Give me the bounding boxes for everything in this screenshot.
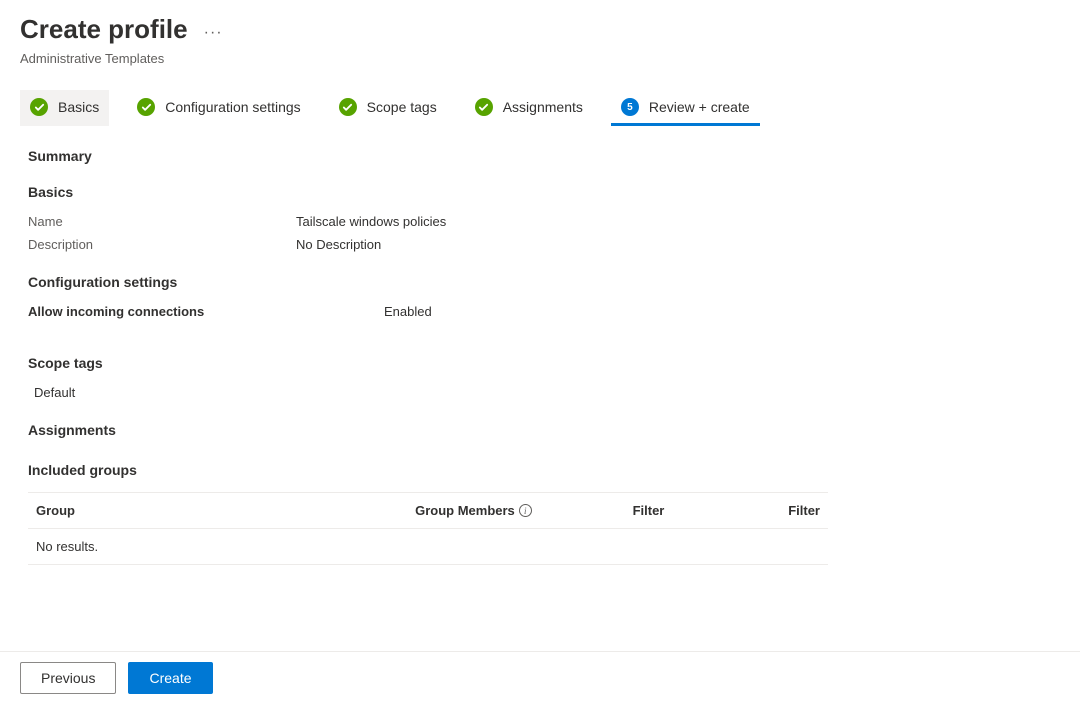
page-title: Create profile (20, 14, 188, 45)
config-setting-label: Allow incoming connections (28, 304, 384, 319)
tab-label: Assignments (503, 99, 583, 115)
config-heading: Configuration settings (28, 274, 1052, 290)
wizard-tabs: Basics Configuration settings Scope tags… (0, 90, 1080, 136)
column-group[interactable]: Group (36, 503, 415, 518)
included-groups-table: Group Group Members i Filter Filter No r… (28, 492, 828, 565)
name-value: Tailscale windows policies (296, 214, 446, 229)
checkmark-icon (339, 98, 357, 116)
scope-heading: Scope tags (28, 355, 1052, 371)
tab-review-create[interactable]: 5 Review + create (611, 90, 760, 126)
tab-scope-tags[interactable]: Scope tags (329, 90, 447, 126)
checkmark-icon (137, 98, 155, 116)
tab-configuration[interactable]: Configuration settings (127, 90, 310, 126)
tab-basics[interactable]: Basics (20, 90, 109, 126)
summary-heading: Summary (28, 148, 1052, 164)
tab-label: Basics (58, 99, 99, 115)
column-group-members[interactable]: Group Members i (415, 503, 632, 518)
scope-tag-value: Default (34, 385, 1052, 400)
included-groups-heading: Included groups (28, 462, 1052, 478)
more-icon[interactable]: ··· (204, 24, 223, 42)
tab-label: Configuration settings (165, 99, 300, 115)
column-filter-1[interactable]: Filter (633, 503, 789, 518)
table-empty-message: No results. (28, 529, 828, 564)
basics-heading: Basics (28, 184, 1052, 200)
step-number-icon: 5 (621, 98, 639, 116)
description-value: No Description (296, 237, 381, 252)
assignments-heading: Assignments (28, 422, 1052, 438)
checkmark-icon (475, 98, 493, 116)
create-button[interactable]: Create (128, 662, 212, 694)
name-label: Name (28, 214, 296, 229)
tab-label: Review + create (649, 99, 750, 115)
checkmark-icon (30, 98, 48, 116)
page-subtitle: Administrative Templates (0, 51, 1080, 90)
description-label: Description (28, 237, 296, 252)
footer-bar: Previous Create (0, 651, 1080, 708)
config-setting-value: Enabled (384, 304, 432, 319)
tab-label: Scope tags (367, 99, 437, 115)
info-icon[interactable]: i (519, 504, 532, 517)
previous-button[interactable]: Previous (20, 662, 116, 694)
tab-assignments[interactable]: Assignments (465, 90, 593, 126)
column-filter-2[interactable]: Filter (788, 503, 820, 518)
